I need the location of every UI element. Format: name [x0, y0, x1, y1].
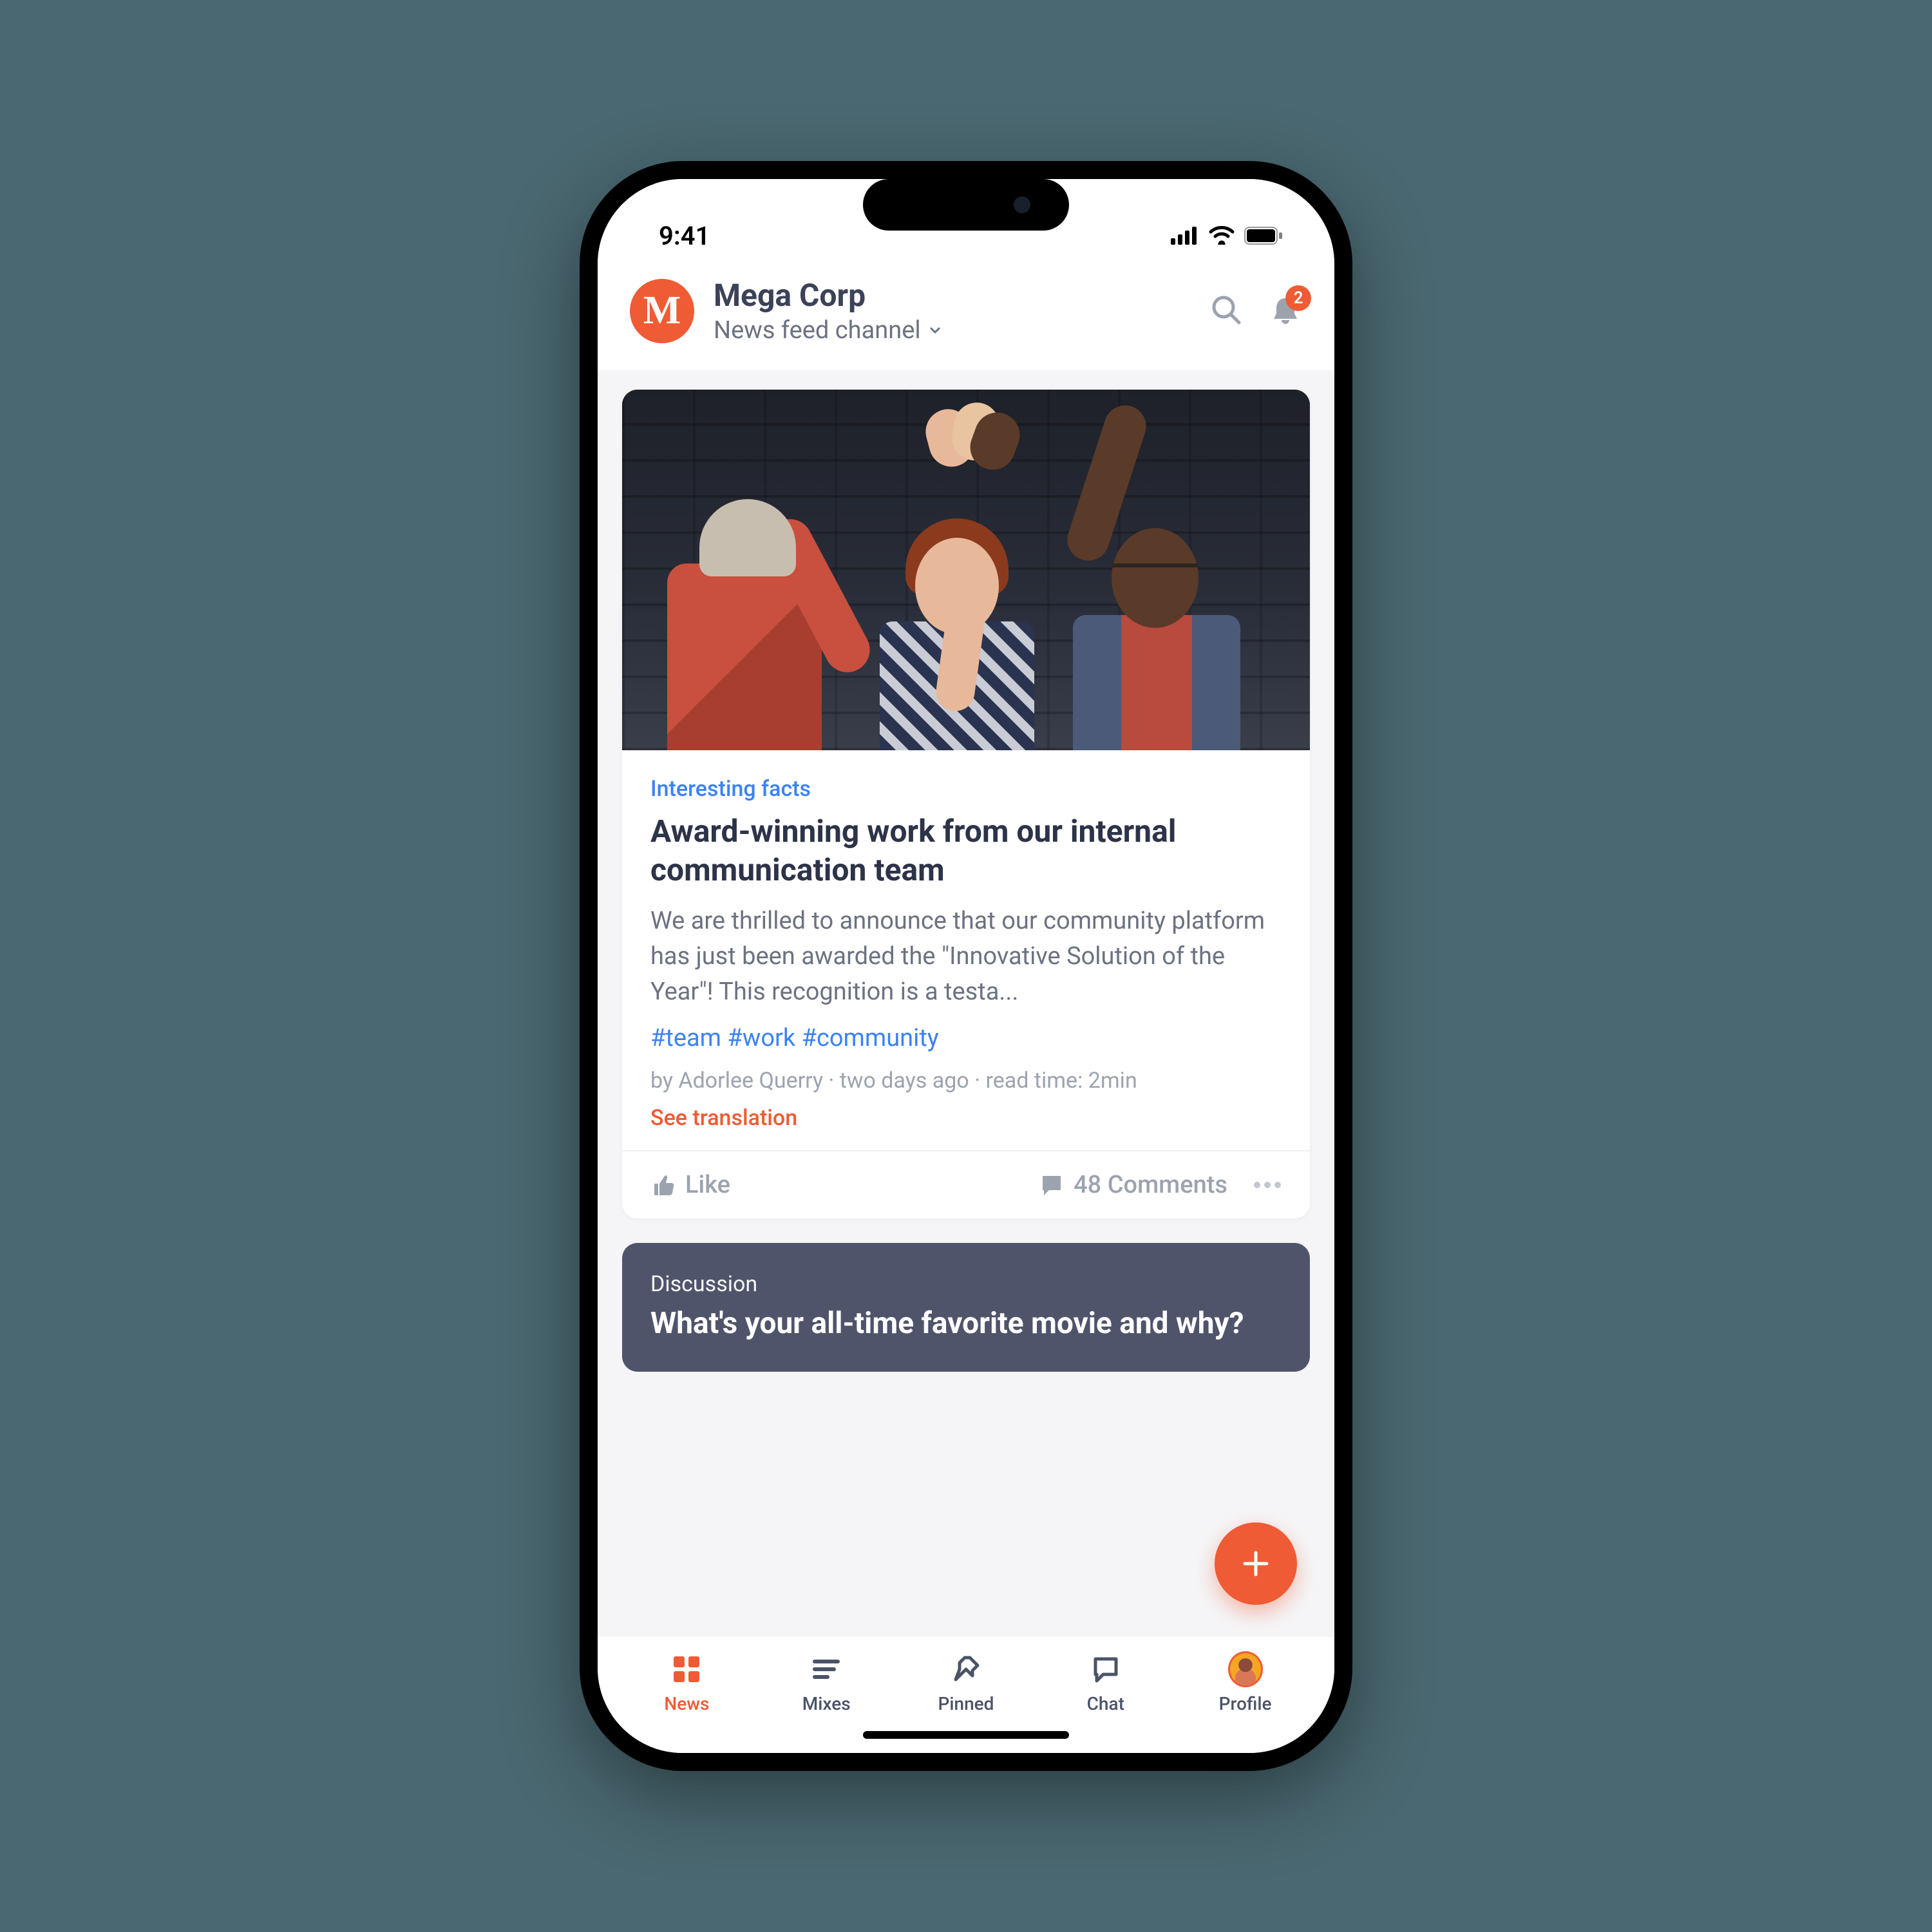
chat-icon — [1088, 1652, 1123, 1687]
nav-profile-label: Profile — [1219, 1693, 1272, 1714]
search-icon — [1209, 293, 1243, 327]
home-indicator[interactable] — [863, 1731, 1069, 1739]
app-header: M Mega Corp News feed channel 2 — [598, 263, 1334, 370]
wifi-icon — [1208, 221, 1235, 251]
nav-pinned[interactable]: Pinned — [921, 1652, 1011, 1714]
post-hashtags[interactable]: #team #work #community — [650, 1024, 1282, 1052]
notification-badge: 2 — [1285, 285, 1311, 311]
search-button[interactable] — [1209, 293, 1243, 329]
nav-mixes[interactable]: Mixes — [781, 1652, 871, 1714]
cellular-icon — [1171, 221, 1199, 251]
status-time: 9:41 — [659, 221, 710, 251]
post-meta: by Adorlee Querry · two days ago · read … — [650, 1068, 1282, 1094]
dynamic-island — [863, 179, 1069, 231]
more-icon — [1253, 1181, 1282, 1189]
battery-icon — [1244, 221, 1283, 251]
discussion-title: What's your all-time favorite movie and … — [650, 1305, 1282, 1343]
grid-icon — [669, 1652, 704, 1687]
org-logo-letter: M — [643, 288, 681, 334]
comments-button[interactable]: 48 Comments — [1039, 1171, 1227, 1199]
discussion-card[interactable]: Discussion What's your all-time favorite… — [622, 1243, 1310, 1372]
channel-selector[interactable]: News feed channel — [714, 316, 1190, 345]
post-title: Award-winning work from our internal com… — [650, 812, 1282, 889]
comment-icon — [1039, 1172, 1065, 1198]
nav-pinned-label: Pinned — [938, 1693, 994, 1714]
org-title: Mega Corp — [714, 277, 1190, 314]
phone-frame: 9:41 M Mega Corp News feed — [580, 161, 1352, 1771]
post-card[interactable]: Interesting facts Award-winning work fro… — [622, 390, 1310, 1218]
nav-news-label: News — [664, 1693, 709, 1714]
post-excerpt: We are thrilled to announce that our com… — [650, 904, 1282, 1010]
nav-chat-label: Chat — [1087, 1693, 1124, 1714]
news-feed[interactable]: Interesting facts Award-winning work fro… — [598, 370, 1334, 1636]
chevron-down-icon — [927, 316, 943, 345]
bottom-nav: News Mixes Pinned Chat — [598, 1636, 1334, 1753]
org-logo[interactable]: M — [630, 279, 694, 343]
create-post-fab[interactable] — [1215, 1522, 1297, 1605]
plus-icon — [1238, 1546, 1273, 1581]
nav-profile[interactable]: Profile — [1200, 1652, 1291, 1714]
nav-news[interactable]: News — [641, 1652, 732, 1714]
see-translation-link[interactable]: See translation — [650, 1105, 1282, 1131]
post-image — [622, 390, 1310, 750]
comments-label: 48 Comments — [1074, 1171, 1227, 1199]
lines-icon — [809, 1652, 844, 1687]
like-button[interactable]: Like — [650, 1171, 730, 1199]
pin-icon — [949, 1652, 983, 1687]
like-label: Like — [685, 1171, 730, 1199]
nav-chat[interactable]: Chat — [1061, 1652, 1151, 1714]
nav-mixes-label: Mixes — [802, 1693, 851, 1714]
thumbs-up-icon — [650, 1172, 676, 1198]
channel-name: News feed channel — [714, 316, 921, 345]
discussion-label: Discussion — [650, 1271, 1282, 1297]
more-button[interactable] — [1253, 1181, 1282, 1189]
notifications-button[interactable]: 2 — [1269, 293, 1302, 329]
phone-screen: 9:41 M Mega Corp News feed — [598, 179, 1334, 1753]
post-category[interactable]: Interesting facts — [650, 776, 1282, 802]
avatar-icon — [1228, 1652, 1263, 1687]
